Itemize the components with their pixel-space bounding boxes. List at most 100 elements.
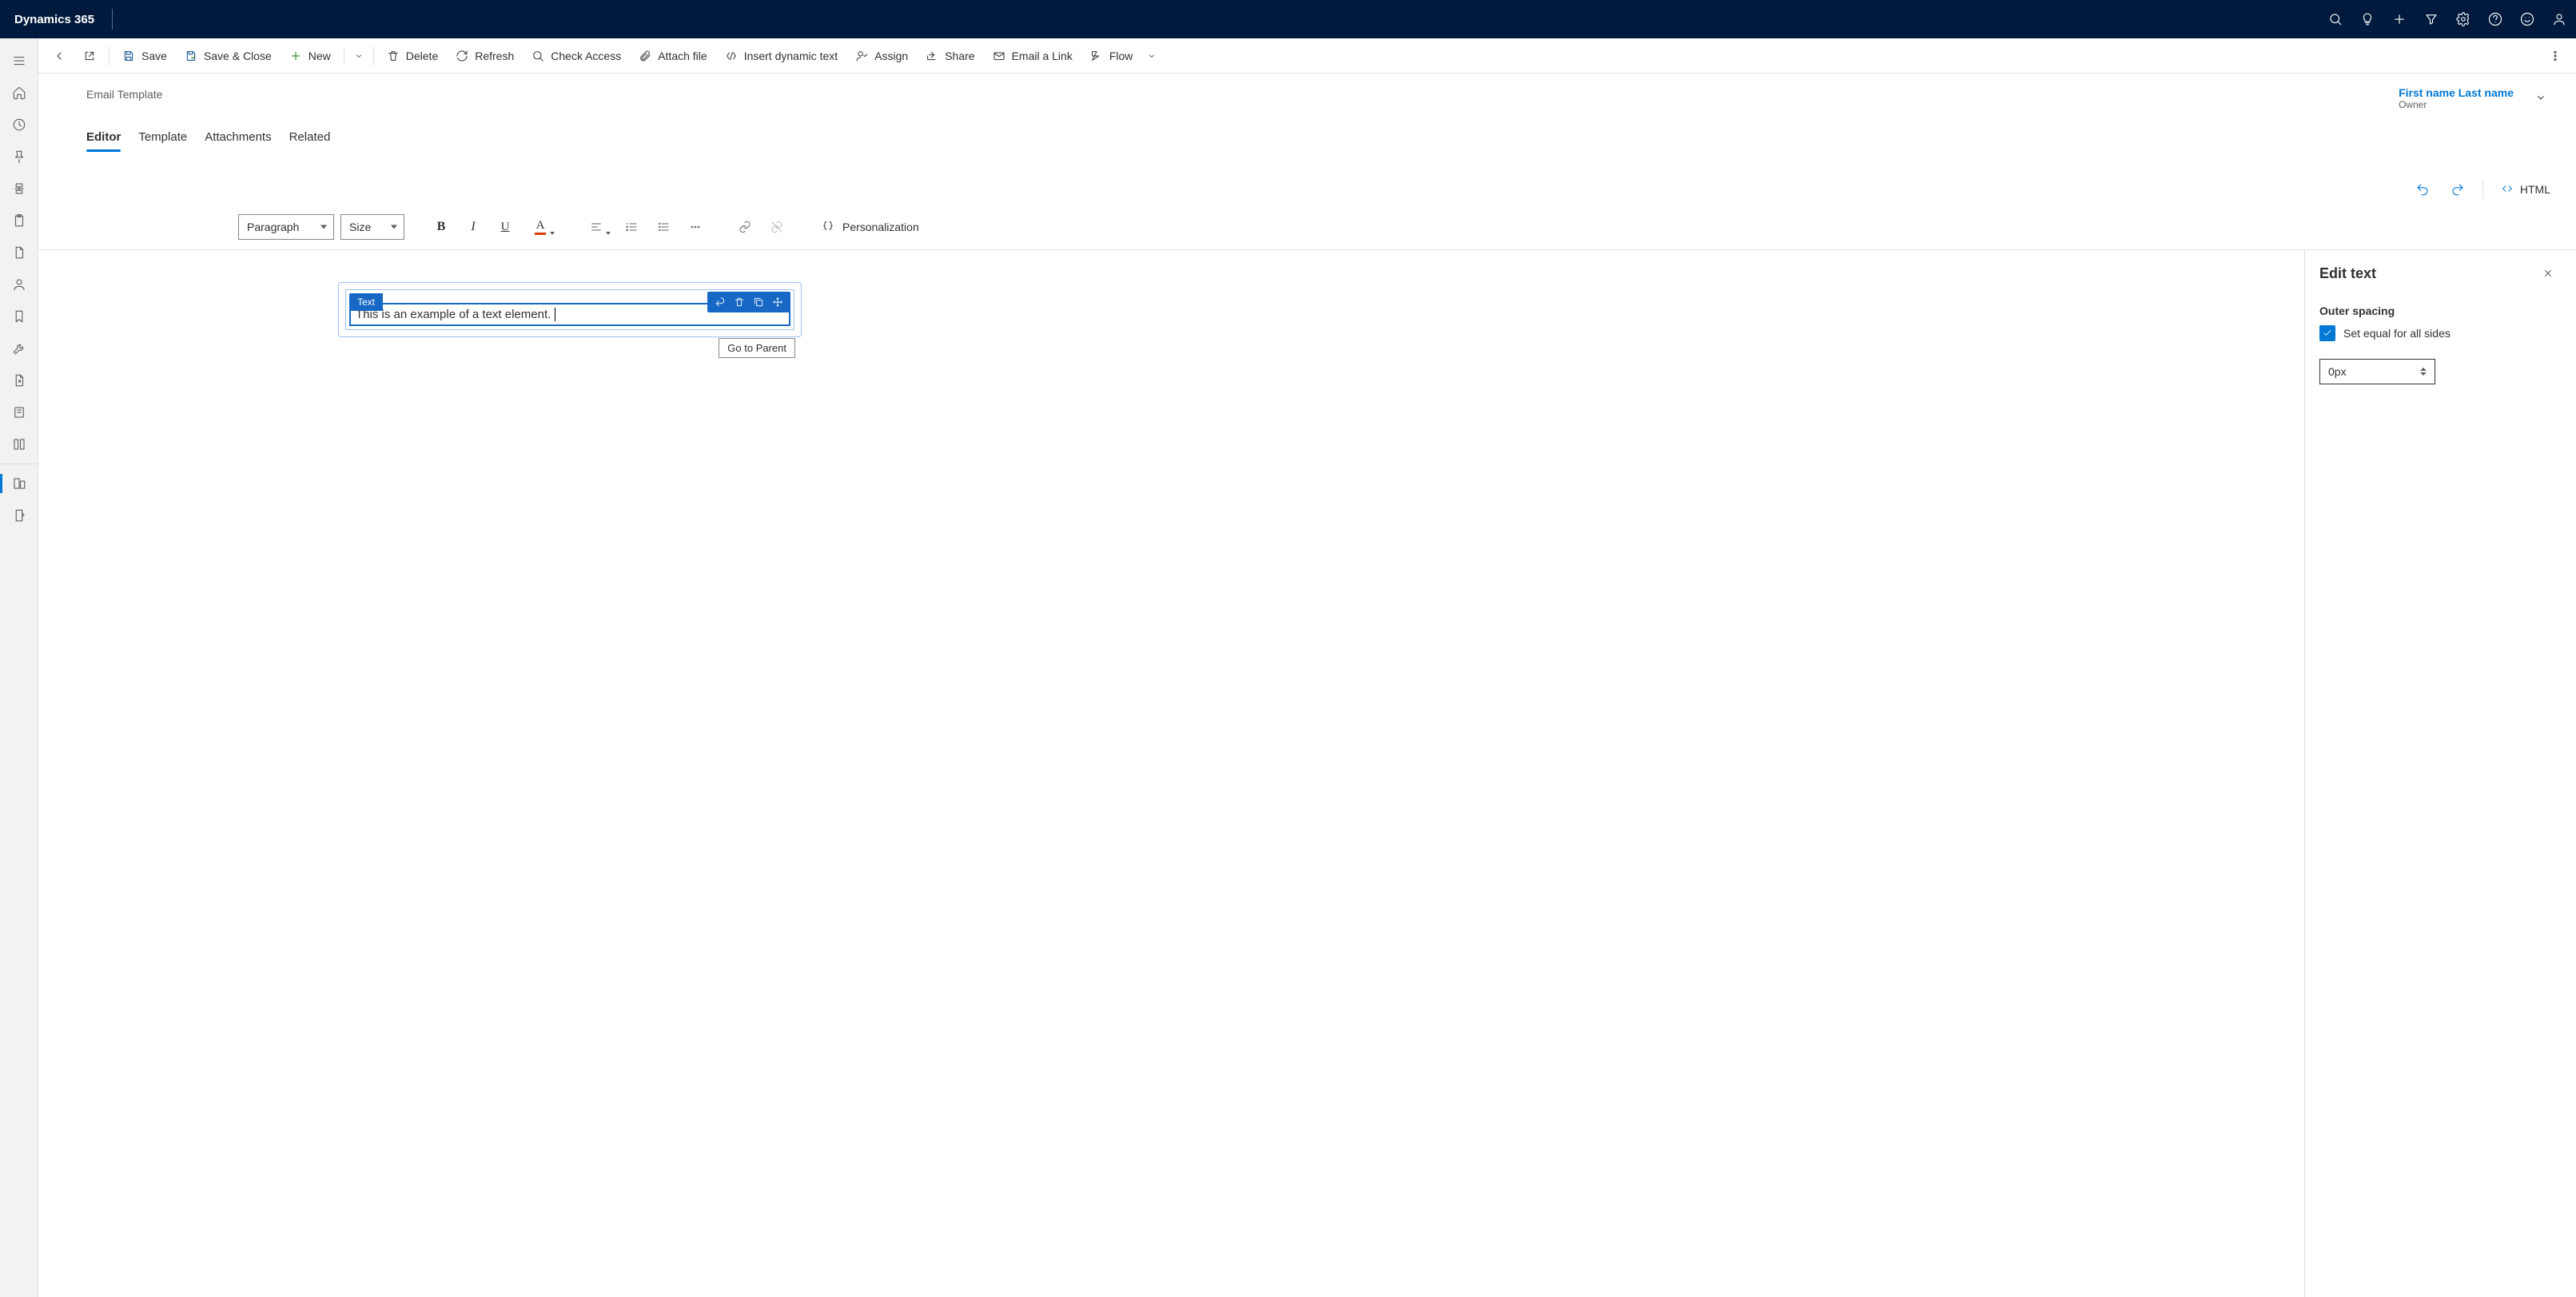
attach-file-label: Attach file [658,50,707,62]
add-icon[interactable] [2392,12,2407,26]
feedback-icon[interactable] [2520,12,2534,26]
editor-content: Text This is an example of a text elemen… [38,249,2576,1297]
rail-library[interactable] [0,428,38,460]
spacing-decrease[interactable] [2420,372,2427,376]
owner-role: Owner [2399,99,2514,110]
owner-name[interactable]: First name Last name [2399,86,2514,99]
spacing-input[interactable]: 0px [2319,359,2435,384]
rail-item-book[interactable] [0,396,38,428]
back-button[interactable] [45,42,74,70]
record-header: Email Template First name Last name Owne… [38,74,2576,111]
bullet-list-button[interactable] [651,214,676,240]
tooltip: Go to Parent [719,338,795,358]
rail-recent[interactable] [0,109,38,141]
align-button[interactable] [580,214,612,240]
main-content: Save Save & Close New Delete Refresh Che… [38,38,2576,1297]
more-formatting-button[interactable] [683,214,708,240]
rail-pinned[interactable] [0,141,38,173]
pane-title: Edit text [2319,265,2376,282]
new-split-chevron[interactable] [349,42,368,70]
overflow-button[interactable] [2541,42,2570,70]
share-button[interactable]: Share [918,42,982,70]
global-nav: Dynamics 365 [0,0,2576,38]
rail-wrench[interactable] [0,332,38,364]
separator [2482,181,2483,198]
save-close-button[interactable]: Save & Close [177,42,280,70]
numbered-list-button[interactable] [619,214,644,240]
insert-dynamic-label: Insert dynamic text [744,50,838,62]
font-color-button[interactable]: A [524,214,556,240]
account-icon[interactable] [2552,12,2566,26]
element-toolbar [707,292,790,312]
personalization-button[interactable]: Personalization [814,214,927,240]
properties-pane: Edit text Outer spacing Set equal for al… [2304,250,2576,1297]
header-expand-chevron[interactable] [2530,86,2552,111]
sitemap-toggle[interactable] [0,45,38,77]
link-button[interactable] [732,214,758,240]
check-access-label: Check Access [551,50,621,62]
go-to-parent-button[interactable] [711,292,730,312]
rail-contacts[interactable] [0,269,38,300]
spacing-value: 0px [2328,365,2347,378]
insert-dynamic-button[interactable]: Insert dynamic text [717,42,846,70]
size-select[interactable]: Size [340,214,404,240]
rail-templates[interactable] [0,467,38,499]
settings-icon[interactable] [2456,12,2470,26]
lightbulb-icon[interactable] [2360,12,2375,26]
close-pane-button[interactable] [2534,260,2562,287]
assign-label: Assign [874,50,908,62]
help-icon[interactable] [2488,12,2502,26]
site-map-rail [0,38,38,1297]
design-canvas[interactable]: Text This is an example of a text elemen… [38,250,2304,1297]
spacing-increase[interactable] [2420,368,2427,371]
section-outer-spacing: Outer spacing [2319,304,2562,317]
equal-sides-checkbox[interactable] [2319,325,2335,341]
unlink-button[interactable] [764,214,790,240]
check-access-button[interactable]: Check Access [524,42,629,70]
selected-container-mid[interactable]: Text This is an example of a text elemen… [345,289,794,330]
richtext-toolbar: Paragraph Size B I U A Personalization [38,203,2576,249]
refresh-button[interactable]: Refresh [448,42,522,70]
move-element-button[interactable] [768,292,787,312]
filter-icon[interactable] [2424,12,2439,26]
delete-button[interactable]: Delete [379,42,446,70]
new-button[interactable]: New [281,42,339,70]
delete-element-button[interactable] [730,292,749,312]
tab-related[interactable]: Related [289,125,331,152]
flow-label: Flow [1109,50,1133,62]
selected-container-outer[interactable]: Text This is an example of a text elemen… [338,282,802,337]
refresh-label: Refresh [475,50,514,62]
attach-file-button[interactable]: Attach file [631,42,715,70]
rail-home[interactable] [0,77,38,109]
entity-subtitle: Email Template [86,86,162,101]
personalization-label: Personalization [842,221,919,233]
tab-template[interactable]: Template [138,125,187,152]
html-label: HTML [2520,183,2550,196]
email-link-label: Email a Link [1012,50,1073,62]
tab-editor[interactable]: Editor [86,125,121,152]
rail-item-1[interactable] [0,173,38,205]
rail-doc[interactable] [0,237,38,269]
open-new-window-button[interactable] [75,42,104,70]
search-icon[interactable] [2328,12,2343,26]
html-view-button[interactable]: HTML [2494,176,2557,203]
rail-page[interactable] [0,499,38,531]
flow-chevron[interactable] [1142,42,1161,70]
tab-attachments[interactable]: Attachments [205,125,271,152]
rail-clipboard[interactable] [0,205,38,237]
bold-button[interactable]: B [428,214,454,240]
new-label: New [309,50,331,62]
duplicate-element-button[interactable] [749,292,768,312]
email-link-button[interactable]: Email a Link [985,42,1081,70]
underline-button[interactable]: U [492,214,518,240]
paragraph-select[interactable]: Paragraph [238,214,334,240]
rail-bookmark[interactable] [0,300,38,332]
flow-button[interactable]: Flow [1082,42,1141,70]
undo-button[interactable] [2409,176,2436,203]
save-button[interactable]: Save [114,42,175,70]
share-label: Share [945,50,974,62]
redo-button[interactable] [2444,176,2471,203]
rail-export[interactable] [0,364,38,396]
italic-button[interactable]: I [460,214,486,240]
assign-button[interactable]: Assign [847,42,916,70]
